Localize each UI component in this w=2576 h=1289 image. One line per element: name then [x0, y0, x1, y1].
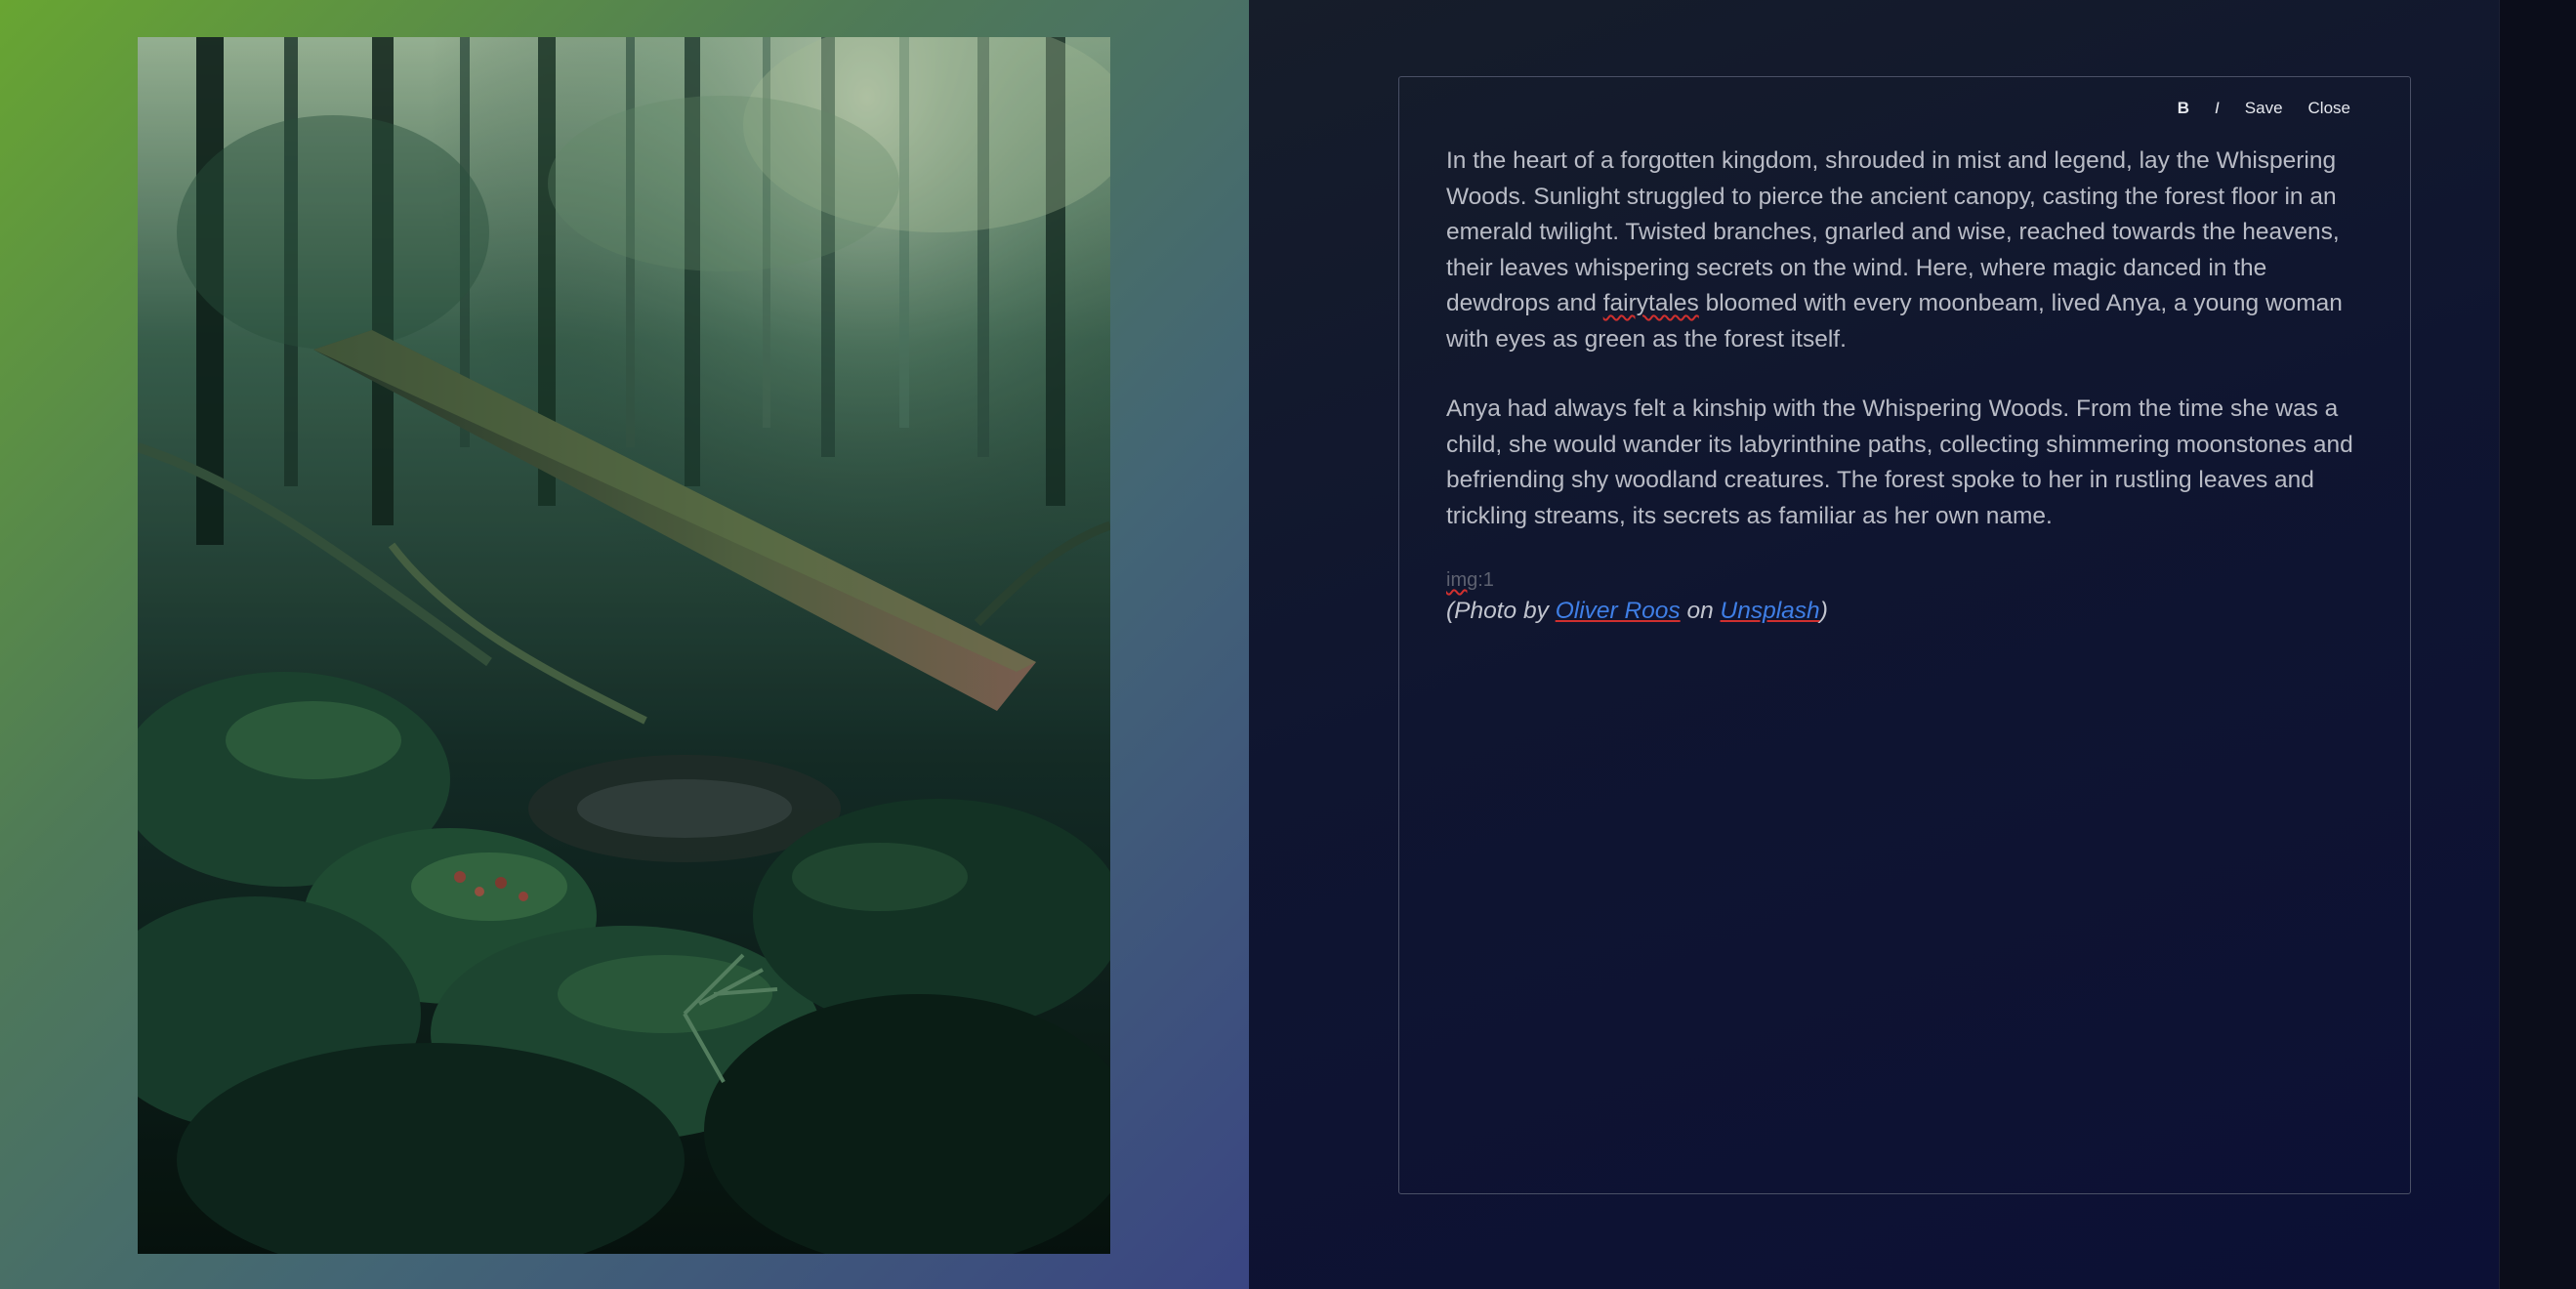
- text-editor[interactable]: B I Save Close In the heart of a forgott…: [1398, 76, 2411, 1194]
- misspelled-word[interactable]: fairytales: [1603, 290, 1699, 316]
- editor-content[interactable]: In the heart of a forgotten kingdom, shr…: [1446, 144, 2374, 629]
- story-paragraph-2: Anya had always felt a kinship with the …: [1446, 395, 2353, 529]
- close-button[interactable]: Close: [2296, 95, 2363, 122]
- author-link[interactable]: Oliver Roos: [1556, 598, 1681, 624]
- misspelled-word[interactable]: img: [1446, 569, 1477, 591]
- credit-text: on: [1680, 598, 1721, 624]
- bold-button[interactable]: B: [2165, 95, 2202, 122]
- image-reference: img:1: [1446, 566, 2374, 594]
- image-reference-index: :1: [1477, 569, 1494, 591]
- credit-text: ): [1819, 598, 1828, 624]
- forest-photo: [138, 37, 1110, 1254]
- page: B I Save Close In the heart of a forgott…: [0, 0, 2576, 1289]
- story-paragraph-1: In the heart of a forgotten kingdom, shr…: [1446, 144, 2374, 357]
- editor-toolbar: B I Save Close: [2165, 95, 2363, 122]
- save-button[interactable]: Save: [2232, 95, 2296, 122]
- italic-button[interactable]: I: [2202, 95, 2232, 122]
- credit-text: (Photo by: [1446, 598, 1556, 624]
- scrollbar-track[interactable]: [2499, 0, 2576, 1289]
- photo-credit: (Photo by Oliver Roos on Unsplash): [1446, 594, 2374, 629]
- image-panel: [0, 0, 1249, 1289]
- unsplash-link[interactable]: Unsplash: [1721, 598, 1820, 624]
